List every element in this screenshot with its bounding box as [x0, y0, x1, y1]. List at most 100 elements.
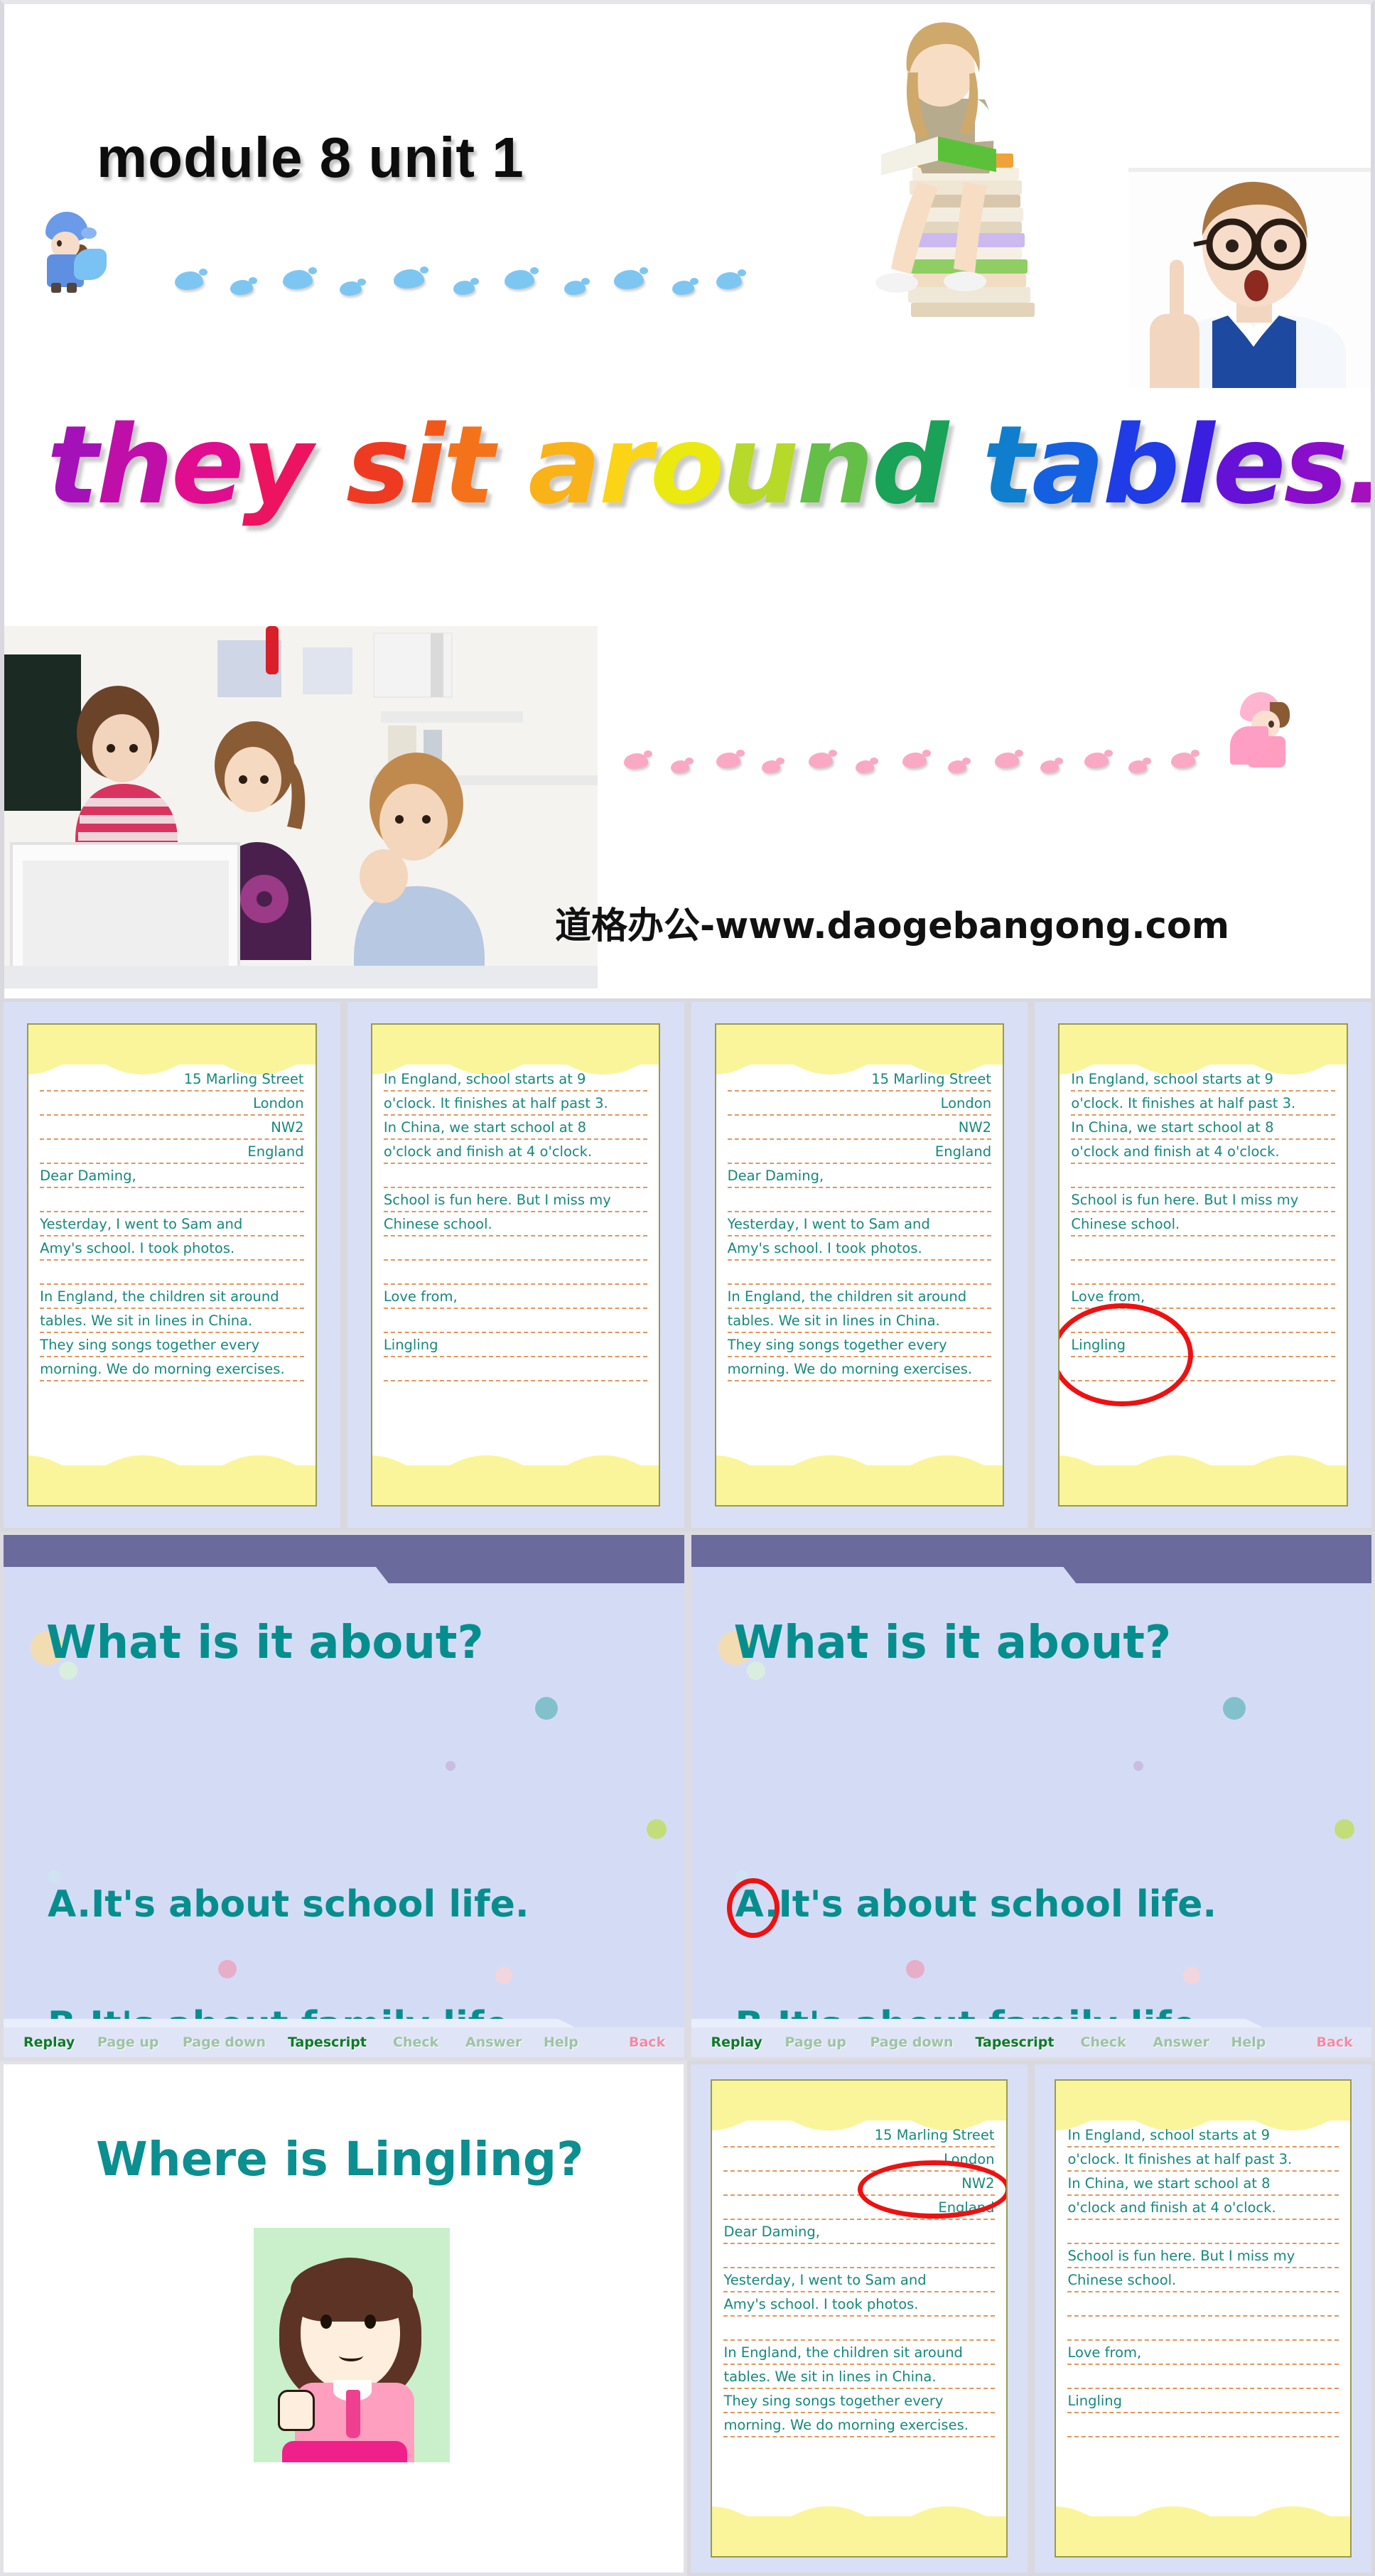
notepaper: In England, school starts at 9 o'clock. I…	[1058, 1023, 1348, 1507]
letter-line: They sing songs together every	[723, 2389, 995, 2414]
toolbar-button-help[interactable]: Help	[1231, 2035, 1266, 2050]
classroom-children-photo	[4, 626, 598, 988]
letter-line: Lingling	[383, 1333, 648, 1357]
letter-line: Dear Daming,	[723, 2220, 995, 2245]
wave-decoration-bottom	[716, 1455, 1003, 1477]
letter-line	[383, 1261, 648, 1285]
letter-line: In England, the children sit around	[40, 1285, 304, 1309]
letter-line: NW2	[727, 1116, 992, 1140]
letter-line	[1067, 2292, 1339, 2317]
letter-line: They sing songs together every	[727, 1333, 992, 1357]
toolbar-button-answer[interactable]: Answer	[1153, 2035, 1209, 2050]
lesson-title-wordart: they sit around tables.	[47, 402, 1371, 566]
toolbar-button-replay[interactable]: Replay	[23, 2035, 75, 2050]
wordart-letter: s	[346, 402, 411, 528]
letter-line: morning. We do morning exercises.	[40, 1357, 304, 1381]
toolbar-button-page-up[interactable]: Page up	[785, 2035, 846, 2050]
notepaper: In England, school starts at 9 o'clock. I…	[1055, 2079, 1352, 2558]
letter-line	[383, 1236, 648, 1261]
letter-line: Yesterday, I went to Sam and	[40, 1212, 304, 1236]
letter-slide-3: 15 Marling Street London NW2 England Dear Da…	[687, 998, 1032, 1531]
letter-body-5: 15 Marling Street London NW2 England Dear Da…	[712, 2120, 1005, 2516]
letter-line	[1067, 2317, 1339, 2341]
toolbar-button-page-up[interactable]: Page up	[97, 2035, 158, 2050]
letter-line: Amy's school. I took photos.	[723, 2292, 995, 2317]
toolbar-button-replay[interactable]: Replay	[711, 2035, 762, 2050]
letter-line: In China, we start school at 8	[1071, 1116, 1335, 1140]
letter-line: morning. We do morning exercises.	[727, 1357, 992, 1381]
toolbar-button-check[interactable]: Check	[393, 2035, 438, 2050]
wordart-letter: d	[871, 402, 949, 528]
wordart-letter: r	[598, 402, 652, 528]
toolbar-button-help[interactable]: Help	[544, 2035, 578, 2050]
wordart-letter: e	[171, 402, 244, 528]
letter-line: Yesterday, I went to Sam and	[723, 2268, 995, 2293]
letter-line: 15 Marling Street	[723, 2123, 995, 2148]
wordart-letter: o	[649, 402, 724, 528]
question-title: What is it about?	[46, 1617, 484, 1669]
toolbar-button-page-down[interactable]: Page down	[870, 2035, 954, 2050]
letter-line: o'clock and finish at 4 o'clock.	[1067, 2196, 1339, 2221]
letter-line: London	[727, 1092, 992, 1116]
toolbar-button-answer[interactable]: Answer	[465, 2035, 522, 2050]
letter-line: In China, we start school at 8	[1067, 2172, 1339, 2197]
letter-line	[1071, 1261, 1335, 1285]
question-slide-answered: What is it about? A.It's about school li…	[687, 1531, 1375, 2061]
toolbar-button-page-down[interactable]: Page down	[183, 2035, 266, 2050]
letter-line: In China, we start school at 8	[383, 1116, 648, 1140]
letter-line	[1067, 2220, 1339, 2245]
letter-line	[40, 1261, 304, 1285]
question-slides-row: What is it about? A.It's about school li…	[0, 1531, 1375, 2061]
wave-decoration-bottom	[712, 2506, 1006, 2528]
letter-slide-4: In England, school starts at 9 o'clock. I…	[1031, 998, 1375, 1531]
decor-dot	[48, 1870, 60, 1883]
toolbar-button-back[interactable]: Back	[1317, 2035, 1353, 2050]
letter-line: School is fun here. But I miss my	[1067, 2244, 1339, 2269]
decor-dot	[647, 1819, 667, 1839]
playback-toolbar: Replay Page up Page down Tapescript Check Ans…	[4, 2027, 684, 2057]
letter-line: o'clock and finish at 4 o'clock.	[383, 1140, 648, 1164]
letter-line	[1071, 1164, 1335, 1188]
letter-line	[383, 1164, 648, 1188]
letter-line	[383, 1357, 648, 1381]
decor-dot	[1182, 1967, 1200, 1984]
letter-line: o'clock and finish at 4 o'clock.	[1071, 1140, 1335, 1164]
letter-line: tables. We sit in lines in China.	[723, 2365, 995, 2390]
toolbar-button-check[interactable]: Check	[1081, 2035, 1126, 2050]
decor-dot	[1222, 1697, 1246, 1720]
wordart-letter	[492, 402, 528, 528]
toolbar-button-tapescript[interactable]: Tapescript	[976, 2035, 1055, 2050]
decor-dot	[1133, 1761, 1143, 1771]
notepaper: 15 Marling Street London NW2 England Dear Da…	[714, 1023, 1005, 1507]
option-a[interactable]: A.It's about school life.	[735, 1883, 1217, 1926]
wordart-letter: a	[1032, 402, 1105, 528]
letter-line	[727, 1261, 992, 1285]
notepaper: In England, school starts at 9 o'clock. I…	[370, 1023, 661, 1507]
letter-line: Amy's school. I took photos.	[40, 1236, 304, 1261]
pink-footprint-trail	[615, 692, 1290, 786]
wordart-letter: t	[982, 402, 1034, 528]
letter-line: Amy's school. I took photos.	[727, 1236, 992, 1261]
header-band-notch	[691, 1567, 1079, 1587]
letter-line: In England, school starts at 9	[1071, 1067, 1335, 1092]
letter-line: England	[723, 2196, 995, 2221]
playback-toolbar: Replay Page up Page down Tapescript Check Ans…	[691, 2027, 1371, 2057]
option-a[interactable]: A.It's about school life.	[48, 1883, 529, 1926]
letter-line: o'clock. It finishes at half past 3.	[383, 1092, 648, 1116]
letter-line: In England, the children sit around	[723, 2341, 995, 2366]
page-title: module 8 unit 1	[97, 126, 524, 189]
letter-line: NW2	[40, 1116, 304, 1140]
surprised-boy-photo	[1128, 168, 1371, 388]
letter-line: Yesterday, I went to Sam and	[727, 1212, 992, 1236]
toolbar-button-back[interactable]: Back	[629, 2035, 665, 2050]
letter-line: tables. We sit in lines in China.	[40, 1309, 304, 1333]
wordart-letter: y	[242, 402, 313, 528]
blue-footprint-trail	[33, 212, 746, 317]
wave-decoration-bottom	[1059, 1455, 1347, 1477]
letter-line: Love from,	[1071, 1285, 1335, 1309]
letter-body-6: In England, school starts at 9 o'clock. I…	[1056, 2120, 1349, 2516]
wave-decoration-bottom	[28, 1455, 316, 1477]
toolbar-button-tapescript[interactable]: Tapescript	[288, 2035, 367, 2050]
letter-line: Love from,	[383, 1285, 648, 1309]
decor-dot	[1334, 1819, 1354, 1839]
